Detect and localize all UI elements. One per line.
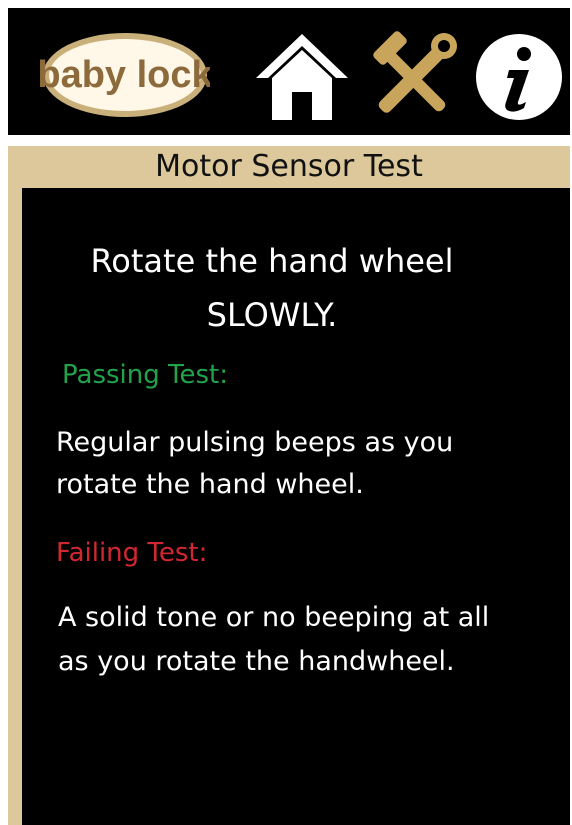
- panel-title: Motor Sensor Test: [155, 149, 423, 184]
- svg-text:baby lock: baby lock: [40, 54, 210, 96]
- instruction-line-2: SLOWLY.: [206, 296, 338, 334]
- test-panel: Motor Sensor Test Rotate the hand wheel …: [8, 146, 570, 825]
- info-icon[interactable]: [474, 32, 564, 122]
- babylock-logo[interactable]: baby lock: [40, 30, 210, 120]
- test-content: Rotate the hand wheel SLOWLY. Passing Te…: [22, 188, 570, 825]
- failing-test-description: A solid tone or no beeping at all as you…: [58, 602, 490, 677]
- top-toolbar: baby lock: [8, 8, 570, 135]
- passing-test-label: Passing Test:: [62, 360, 228, 390]
- failing-test-label: Failing Test:: [56, 538, 208, 568]
- home-icon[interactable]: [252, 30, 352, 124]
- instruction-line-1: Rotate the hand wheel: [90, 242, 454, 280]
- instruction-text: Rotate the hand wheel SLOWLY.: [22, 234, 522, 342]
- passing-test-description: Regular pulsing beeps as you rotate the …: [56, 427, 454, 500]
- tools-icon[interactable]: [364, 30, 460, 126]
